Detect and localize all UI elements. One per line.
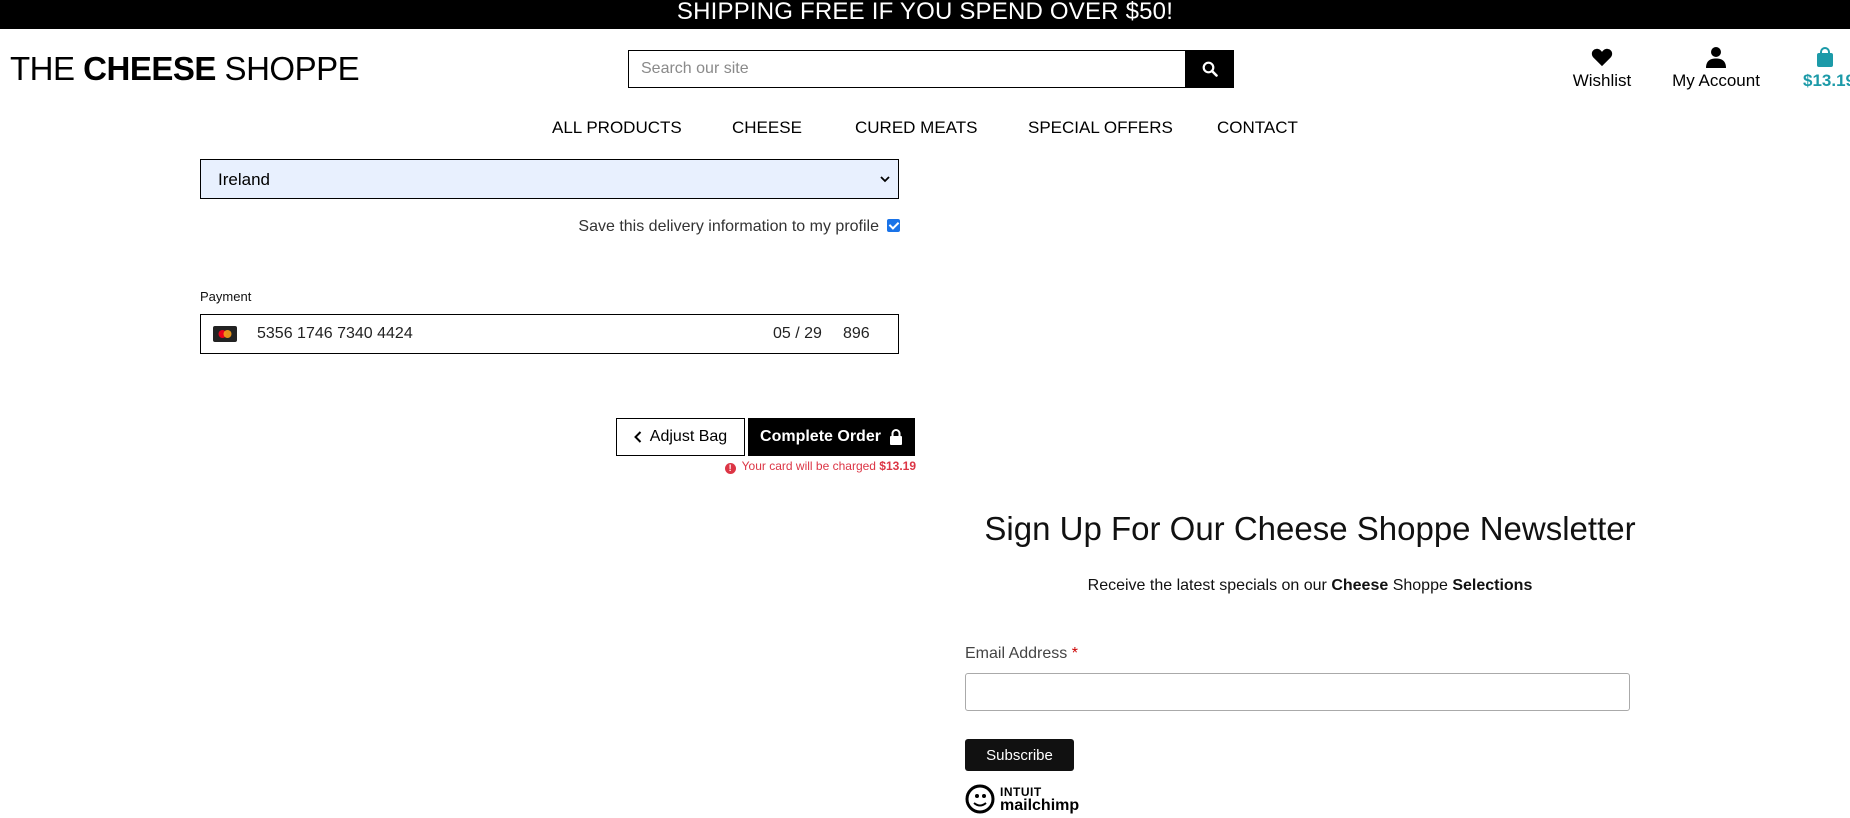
complete-order-label: Complete Order <box>760 428 881 445</box>
shopping-bag-link[interactable]: $13.19 <box>1800 44 1850 91</box>
search-input[interactable] <box>628 50 1185 88</box>
nav-special-offers[interactable]: SPECIAL OFFERS <box>1028 118 1173 138</box>
wishlist-link[interactable]: Wishlist <box>1571 44 1633 91</box>
save-info-checkbox[interactable] <box>887 219 900 232</box>
card-input[interactable]: 5356 1746 7340 4424 05 / 29 896 <box>200 314 899 354</box>
heart-icon <box>1591 48 1613 67</box>
charge-notice: ! Your card will be charged $13.19 <box>712 459 916 474</box>
email-label: Email Address * <box>965 645 1078 663</box>
search-button[interactable] <box>1185 50 1234 88</box>
card-cvc: 896 <box>843 325 870 342</box>
card-number: 5356 1746 7340 4424 <box>257 325 413 342</box>
email-input[interactable] <box>965 673 1630 711</box>
save-info-row: Save this delivery information to my pro… <box>200 218 900 236</box>
save-info-label: Save this delivery information to my pro… <box>578 218 879 235</box>
mailchimp-wordmark: mailchimp <box>1000 797 1080 814</box>
newsletter-subtitle: Receive the latest specials on our Chees… <box>966 577 1654 595</box>
shopping-bag-icon <box>1817 47 1833 67</box>
complete-order-button[interactable]: Complete Order <box>748 418 915 456</box>
country-value: Ireland <box>218 170 270 189</box>
lock-icon <box>889 429 902 445</box>
required-mark: * <box>1071 645 1078 662</box>
logo-cheese: CHEESE <box>83 50 216 87</box>
subscribe-button[interactable]: Subscribe <box>965 739 1074 771</box>
adjust-bag-label: Adjust Bag <box>649 428 728 445</box>
mailchimp-badge[interactable]: INTUIT mailchimp <box>965 783 1079 815</box>
newsletter-sub-cheese: Cheese <box>1331 577 1389 594</box>
newsletter-sub-selections: Selections <box>1452 577 1533 594</box>
newsletter-sub-pre: Receive the latest specials on our <box>1087 577 1332 594</box>
mailchimp-logo-icon <box>965 784 995 814</box>
wishlist-label: Wishlist <box>1572 71 1632 90</box>
search-icon <box>1202 61 1218 77</box>
adjust-bag-button[interactable]: Adjust Bag <box>616 418 745 456</box>
nav-cheese[interactable]: CHEESE <box>732 118 802 138</box>
nav-contact[interactable]: CONTACT <box>1217 118 1298 138</box>
nav-cured-meats[interactable]: CURED MEATS <box>855 118 977 138</box>
promo-banner: SHIPPING FREE IF YOU SPEND OVER $50! <box>0 0 1850 29</box>
search-form <box>628 50 1234 88</box>
newsletter-sub-mid: Shoppe <box>1388 577 1453 594</box>
exclamation-circle-icon: ! <box>724 463 736 474</box>
bag-total: $13.19 <box>1803 71 1850 90</box>
my-account-label: My Account <box>1672 71 1760 90</box>
user-icon <box>1706 47 1726 68</box>
chevron-left-icon <box>633 431 642 443</box>
charge-text: Your card will be charged <box>741 459 880 473</box>
card-expiry: 05 / 29 <box>773 325 822 342</box>
email-label-text: Email Address <box>965 645 1072 662</box>
newsletter-title: Sign Up For Our Cheese Shoppe Newsletter <box>984 510 1636 547</box>
site-logo[interactable]: THE CHEESE SHOPPE <box>10 50 360 88</box>
card-brand-icon <box>213 326 237 342</box>
nav-all-products[interactable]: ALL PRODUCTS <box>552 118 682 138</box>
logo-shoppe: SHOPPE <box>215 50 360 87</box>
country-select[interactable]: Ireland <box>200 159 899 199</box>
logo-the: THE <box>10 50 84 87</box>
chevron-down-icon <box>880 160 890 215</box>
my-account-link[interactable]: My Account <box>1672 44 1760 91</box>
charge-amount: $13.19 <box>879 459 916 473</box>
payment-label: Payment <box>200 289 252 304</box>
